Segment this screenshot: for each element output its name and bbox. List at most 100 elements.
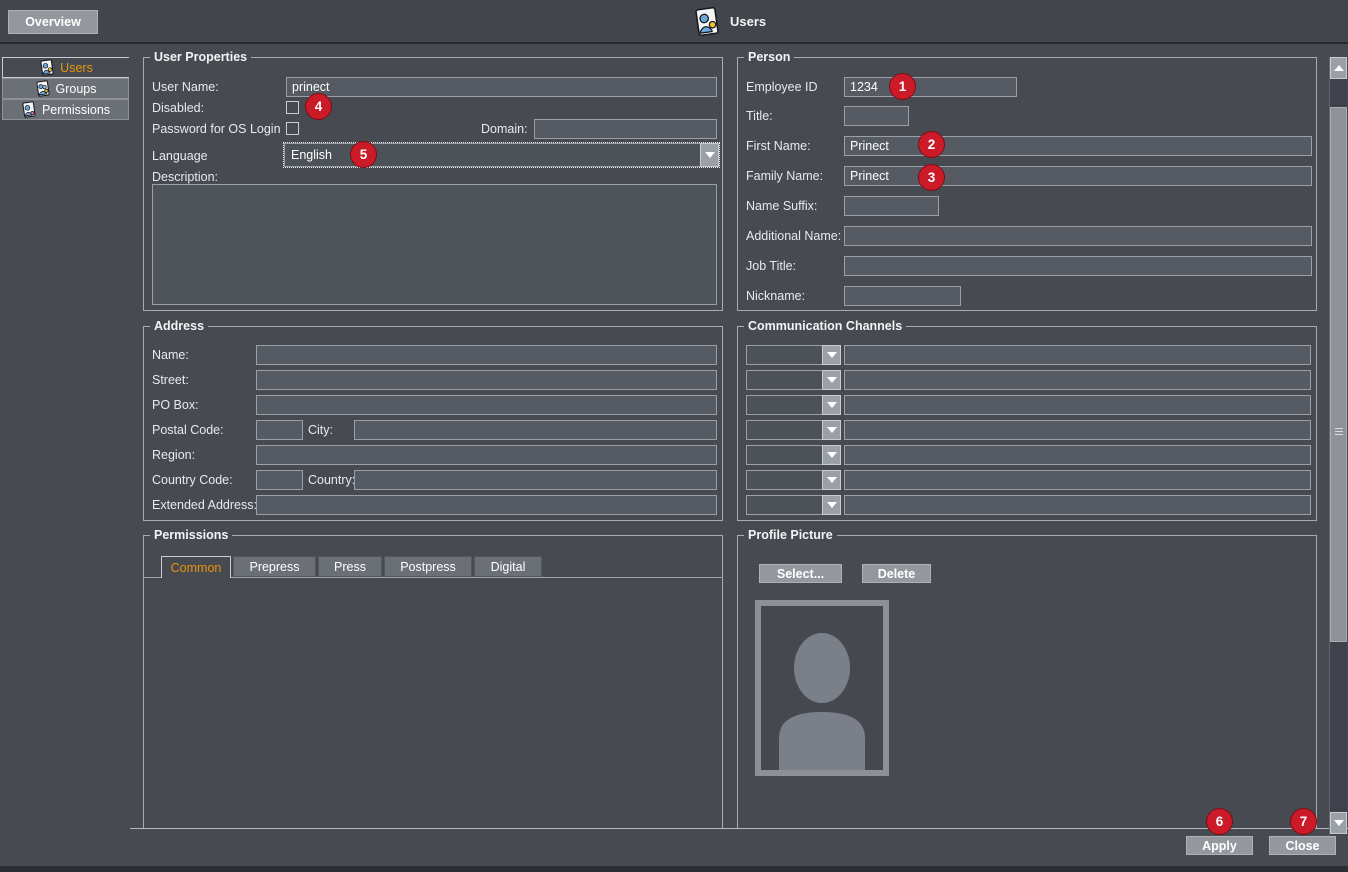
country-label: Country: bbox=[308, 473, 355, 487]
first-name-input[interactable] bbox=[844, 136, 1312, 156]
page-title-label: Users bbox=[730, 14, 766, 29]
overview-button[interactable]: Overview bbox=[8, 10, 98, 34]
close-button[interactable]: Close bbox=[1269, 836, 1336, 855]
scroll-down-button[interactable] bbox=[1330, 812, 1347, 834]
chevron-down-icon[interactable] bbox=[822, 420, 841, 440]
chevron-down-icon[interactable] bbox=[822, 470, 841, 490]
city-label: City: bbox=[308, 423, 333, 437]
first-name-label: First Name: bbox=[746, 139, 811, 153]
group-title: User Properties bbox=[150, 50, 251, 64]
group-title: Permissions bbox=[150, 528, 232, 542]
tab-common[interactable]: Common bbox=[161, 556, 231, 578]
street-input[interactable] bbox=[256, 370, 717, 390]
footer-divider bbox=[130, 828, 1348, 829]
city-input[interactable] bbox=[354, 420, 717, 440]
communication-channels-group: Communication Channels bbox=[737, 326, 1317, 521]
name-suffix-input[interactable] bbox=[844, 196, 939, 216]
annotation-badge-6: 6 bbox=[1206, 808, 1233, 835]
country-input[interactable] bbox=[354, 470, 717, 490]
address-group: Address Name: Street: PO Box: Postal Cod… bbox=[143, 326, 723, 521]
address-name-label: Name: bbox=[152, 348, 189, 362]
vertical-scrollbar[interactable] bbox=[1329, 57, 1347, 835]
tab-digital[interactable]: Digital bbox=[474, 556, 542, 577]
language-dropdown-button[interactable] bbox=[700, 143, 719, 167]
chevron-down-icon[interactable] bbox=[822, 495, 841, 515]
channel-value-input[interactable] bbox=[844, 420, 1311, 440]
group-title: Profile Picture bbox=[744, 528, 837, 542]
annotation-badge-4: 4 bbox=[305, 93, 332, 120]
sidebar-item-groups[interactable]: Groups bbox=[2, 78, 129, 99]
select-picture-button[interactable]: Select... bbox=[759, 564, 842, 583]
sidebar-item-permissions[interactable]: Permissions bbox=[2, 99, 129, 120]
additional-name-input[interactable] bbox=[844, 226, 1312, 246]
chevron-down-icon[interactable] bbox=[822, 395, 841, 415]
country-code-input[interactable] bbox=[256, 470, 303, 490]
group-title: Communication Channels bbox=[744, 319, 906, 333]
user-name-input[interactable] bbox=[286, 77, 717, 97]
channel-type-dropdown[interactable] bbox=[746, 470, 841, 490]
password-os-login-checkbox[interactable] bbox=[286, 122, 299, 135]
scrollbar-thumb[interactable] bbox=[1330, 107, 1347, 642]
language-label: Language bbox=[152, 149, 208, 163]
postal-code-input[interactable] bbox=[256, 420, 303, 440]
family-name-input[interactable] bbox=[844, 166, 1312, 186]
channel-value-input[interactable] bbox=[844, 470, 1311, 490]
title-label: Title: bbox=[746, 109, 773, 123]
annotation-badge-1: 1 bbox=[889, 73, 916, 100]
channel-value-input[interactable] bbox=[844, 395, 1311, 415]
address-name-input[interactable] bbox=[256, 345, 717, 365]
extended-address-label: Extended Address: bbox=[152, 498, 257, 512]
channel-type-dropdown[interactable] bbox=[746, 445, 841, 465]
channel-type-dropdown[interactable] bbox=[746, 370, 841, 390]
annotation-badge-3: 3 bbox=[918, 164, 945, 191]
users-admin-window: { "colors": { "accent_orange": "#e8930c"… bbox=[0, 0, 1348, 872]
channel-type-dropdown[interactable] bbox=[746, 420, 841, 440]
permissions-group: Permissions Common Prepress Press Postpr… bbox=[143, 535, 723, 828]
group-title: Address bbox=[150, 319, 208, 333]
domain-input[interactable] bbox=[534, 119, 717, 139]
thumb-grip bbox=[1335, 428, 1343, 437]
channel-value-input[interactable] bbox=[844, 345, 1311, 365]
disabled-checkbox[interactable] bbox=[286, 101, 299, 114]
users-card-icon bbox=[39, 59, 55, 76]
channel-value-input[interactable] bbox=[844, 370, 1311, 390]
annotation-badge-2: 2 bbox=[918, 131, 945, 158]
chevron-down-icon[interactable] bbox=[822, 345, 841, 365]
bottom-strip bbox=[0, 866, 1348, 872]
channel-type-dropdown[interactable] bbox=[746, 345, 841, 365]
channel-value-input[interactable] bbox=[844, 445, 1311, 465]
scroll-up-button[interactable] bbox=[1330, 57, 1347, 79]
channel-type-dropdown[interactable] bbox=[746, 495, 841, 515]
tab-press[interactable]: Press bbox=[318, 556, 382, 577]
region-input[interactable] bbox=[256, 445, 717, 465]
postal-code-label: Postal Code: bbox=[152, 423, 224, 437]
title-input[interactable] bbox=[844, 106, 909, 126]
group-title: Person bbox=[744, 50, 794, 64]
profile-picture-group: Profile Picture Select... Delete bbox=[737, 535, 1317, 828]
extended-address-input[interactable] bbox=[256, 495, 717, 515]
sidebar-item-users[interactable]: Users bbox=[2, 57, 129, 78]
sidebar-item-label: Groups bbox=[56, 82, 97, 96]
additional-name-label: Additional Name: bbox=[746, 229, 841, 243]
channel-value-input[interactable] bbox=[844, 495, 1311, 515]
nickname-input[interactable] bbox=[844, 286, 961, 306]
job-title-input[interactable] bbox=[844, 256, 1312, 276]
domain-label: Domain: bbox=[481, 122, 528, 136]
sidebar-item-label: Users bbox=[60, 61, 93, 75]
tab-prepress[interactable]: Prepress bbox=[233, 556, 316, 577]
apply-button[interactable]: Apply bbox=[1186, 836, 1253, 855]
po-box-label: PO Box: bbox=[152, 398, 199, 412]
job-title-label: Job Title: bbox=[746, 259, 796, 273]
nickname-label: Nickname: bbox=[746, 289, 805, 303]
po-box-input[interactable] bbox=[256, 395, 717, 415]
delete-picture-button[interactable]: Delete bbox=[862, 564, 931, 583]
description-textarea[interactable] bbox=[152, 184, 717, 305]
person-group: Person Employee ID Title: First Name: Fa… bbox=[737, 57, 1317, 311]
chevron-down-icon[interactable] bbox=[822, 445, 841, 465]
tab-postpress[interactable]: Postpress bbox=[384, 556, 472, 577]
employee-id-input[interactable] bbox=[844, 77, 1017, 97]
channel-type-dropdown[interactable] bbox=[746, 395, 841, 415]
chevron-down-icon[interactable] bbox=[822, 370, 841, 390]
region-label: Region: bbox=[152, 448, 195, 462]
country-code-label: Country Code: bbox=[152, 473, 233, 487]
